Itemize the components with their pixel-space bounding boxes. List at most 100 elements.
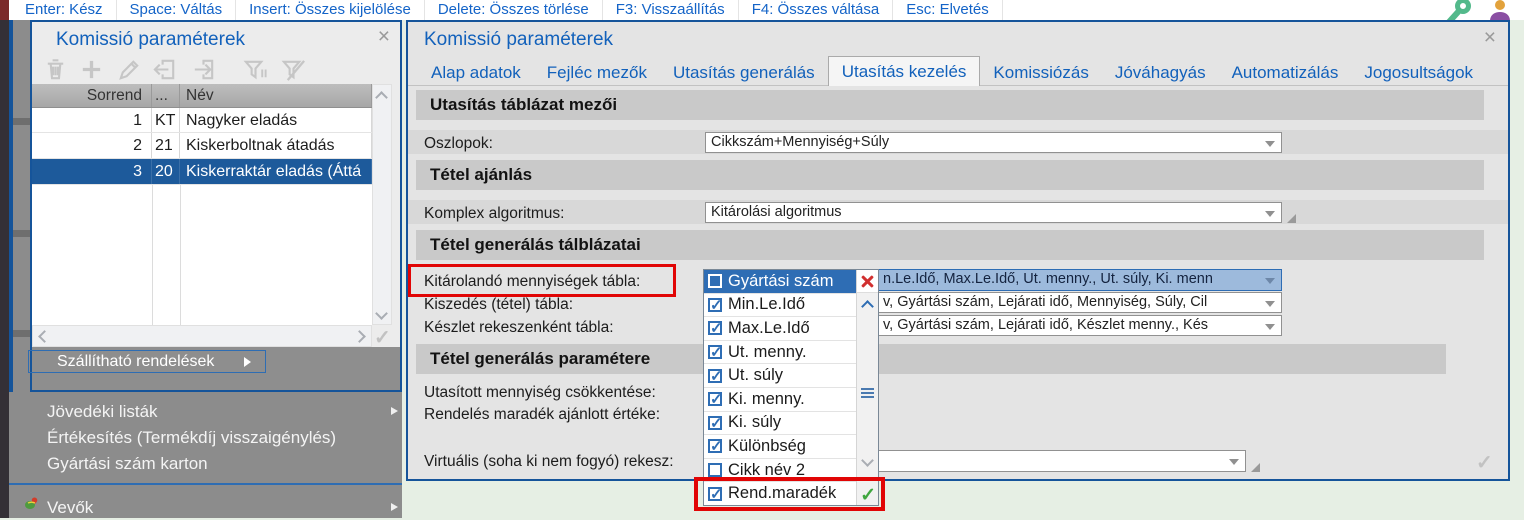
- vevok-icon: [24, 495, 40, 516]
- checkbox-icon[interactable]: [708, 367, 723, 385]
- checkbox-icon[interactable]: [708, 414, 723, 432]
- checkbox-icon[interactable]: [708, 437, 723, 455]
- tab-alap-adatok[interactable]: Alap adatok: [418, 59, 534, 86]
- hint-f4: F4: Összes váltása: [739, 0, 894, 20]
- rendeles-maradek-label: Rendelés maradék ajánlott értéke:: [424, 406, 661, 423]
- dropdown-option-max-le-ido[interactable]: Max.Le.Idő: [704, 317, 856, 341]
- szallithato-rendelesek-button[interactable]: Szállítható rendelések: [28, 350, 266, 373]
- menu-item-gyartasi-szam-karton[interactable]: Gyártási szám karton: [47, 452, 208, 476]
- tab-utasitas-generalas[interactable]: Utasítás generálás: [660, 59, 828, 86]
- table-row[interactable]: 1 KT Nagyker eladás: [32, 108, 372, 133]
- move-out-icon[interactable]: [190, 56, 217, 83]
- horizontal-scrollbar[interactable]: [32, 325, 372, 347]
- resize-grip-icon[interactable]: [1251, 463, 1260, 472]
- edit-icon[interactable]: [116, 56, 143, 83]
- user-icon[interactable]: [1486, 0, 1514, 20]
- tab-komissiozas[interactable]: Komissiózás: [980, 59, 1101, 86]
- oszlopok-combobox[interactable]: Cikkszám+Mennyiség+Súly: [705, 132, 1282, 153]
- tab-utasitas-kezeles[interactable]: Utasítás kezelés: [827, 56, 981, 86]
- column-sorrend[interactable]: Sorrend: [32, 84, 152, 107]
- clear-filter-icon[interactable]: [280, 56, 307, 83]
- komplex-algoritmus-label: Komplex algoritmus:: [424, 205, 565, 222]
- cell-nev: Kiskerraktár eladás (Áttá: [180, 159, 372, 184]
- utasitott-label: Utasított mennyiség csökkentése:: [424, 384, 656, 401]
- tab-automatizalas[interactable]: Automatizálás: [1219, 59, 1352, 86]
- table-row[interactable]: 2 21 Kiskerboltnak átadás: [32, 133, 372, 159]
- checkbox-icon[interactable]: [708, 343, 723, 361]
- hint-enter: Enter: Kész: [12, 0, 117, 20]
- move-in-icon[interactable]: [152, 56, 179, 83]
- menu-item-vevok[interactable]: Vevők: [47, 496, 93, 520]
- combobox-value: Kitárolási algoritmus: [711, 204, 842, 220]
- dropdown-list: Gyártási szám Min.Le.Idő Max.Le.Idő Ut. …: [704, 270, 856, 505]
- tab-jovahagyas[interactable]: Jóváhagyás: [1102, 59, 1219, 86]
- delete-icon[interactable]: [42, 56, 69, 83]
- hint-delete: Delete: Összes törlése: [425, 0, 603, 20]
- option-label: Ut. menny.: [728, 342, 807, 361]
- filter-icon[interactable]: [242, 56, 269, 83]
- vertical-scrollbar[interactable]: [372, 84, 392, 325]
- right-window-title: Komissió paraméterek: [424, 29, 614, 50]
- komplex-algoritmus-combobox[interactable]: Kitárolási algoritmus: [705, 202, 1282, 223]
- section-tetel-ajanlas: Tétel ajánlás: [416, 160, 1484, 190]
- column-nev[interactable]: Név: [180, 84, 372, 107]
- rail-notch: [13, 330, 30, 337]
- tab-jogosultsagok[interactable]: Jogosultságok: [1351, 59, 1486, 86]
- close-icon[interactable]: ×: [378, 26, 390, 47]
- scroll-right-icon[interactable]: [353, 330, 366, 343]
- resize-grip-icon[interactable]: [1287, 214, 1296, 223]
- checkbox-icon[interactable]: [708, 390, 723, 408]
- option-label: Gyártási szám: [728, 271, 834, 290]
- dropdown-close-icon[interactable]: [857, 270, 878, 293]
- left-menu: Jövedéki listák Értékesítés (Termékdíj v…: [9, 392, 402, 518]
- tab-fejlec-mezok[interactable]: Fejléc mezők: [534, 59, 660, 86]
- chevron-down-icon[interactable]: [1265, 324, 1275, 330]
- menu-item-ertekesites[interactable]: Értékesítés (Termékdíj visszaigénylés): [47, 426, 336, 450]
- checkbox-icon[interactable]: [708, 463, 722, 478]
- scroll-down-icon[interactable]: [861, 454, 874, 467]
- kiszedes-label: Kiszedés (tétel) tábla:: [424, 296, 574, 313]
- confirm-check-icon[interactable]: ✓: [1476, 450, 1493, 475]
- scroll-thumb-icon[interactable]: [861, 388, 874, 400]
- dropdown-option-ut-suly[interactable]: Ut. súly: [704, 364, 856, 388]
- checkbox-icon[interactable]: [708, 319, 723, 337]
- chevron-down-icon[interactable]: [1229, 459, 1239, 465]
- section-tetel-generalas-tablazatai: Tétel generálás tálblázatai: [416, 230, 1484, 260]
- dropdown-scrollbar[interactable]: ✓: [856, 270, 878, 506]
- dropdown-option-kulonbseg[interactable]: Különbség: [704, 435, 856, 459]
- left-window-title: Komissió paraméterek: [56, 29, 246, 50]
- chevron-down-icon[interactable]: [1265, 301, 1275, 307]
- column-tipus[interactable]: ...: [152, 84, 180, 107]
- option-label: Különbség: [728, 436, 806, 455]
- submenu-arrow-icon: [391, 407, 398, 415]
- scroll-up-icon[interactable]: [375, 91, 388, 104]
- table-header[interactable]: Sorrend ... Név: [32, 84, 372, 108]
- chevron-down-icon[interactable]: [1265, 278, 1275, 284]
- menu-item-jovedeki-listak[interactable]: Jövedéki listák: [47, 400, 158, 424]
- section-utasitas-tablazat-mezoi: Utasítás táblázat mezői: [416, 90, 1484, 120]
- left-window: Komissió paraméterek × Sorrend ... Név 1…: [30, 20, 402, 392]
- dropdown-option-ki-suly[interactable]: Ki. súly: [704, 411, 856, 436]
- wrench-tool-icon[interactable]: [1444, 0, 1472, 20]
- multiselect-dropdown: Gyártási szám Min.Le.Idő Max.Le.Idő Ut. …: [703, 269, 879, 506]
- hint-insert: Insert: Összes kijelölése: [236, 0, 425, 20]
- add-icon[interactable]: [78, 56, 105, 83]
- scroll-down-icon[interactable]: [375, 307, 388, 320]
- table-row[interactable]: 3 20 Kiskerraktár eladás (Áttá: [32, 159, 372, 185]
- cell-nev: Kiskerboltnak átadás: [180, 133, 372, 158]
- dropdown-option-min-le-ido[interactable]: Min.Le.Idő: [704, 293, 856, 318]
- close-icon[interactable]: ×: [1484, 27, 1496, 48]
- chevron-down-icon[interactable]: [1265, 211, 1275, 217]
- scroll-left-icon[interactable]: [38, 330, 51, 343]
- chevron-down-icon[interactable]: [1265, 141, 1275, 147]
- checkbox-icon[interactable]: [708, 296, 723, 314]
- scroll-up-icon[interactable]: [861, 300, 874, 313]
- cell-tipus: KT: [152, 108, 180, 132]
- checkbox-icon[interactable]: [708, 274, 722, 289]
- cell-tipus: 20: [152, 159, 180, 184]
- option-label: Min.Le.Idő: [728, 295, 806, 314]
- dropdown-option-ki-menny[interactable]: Ki. menny.: [704, 387, 856, 412]
- dropdown-option-ut-menny[interactable]: Ut. menny.: [704, 340, 856, 365]
- rail-notch: [13, 230, 30, 237]
- dropdown-option-gyartasi-szam[interactable]: Gyártási szám: [704, 270, 856, 294]
